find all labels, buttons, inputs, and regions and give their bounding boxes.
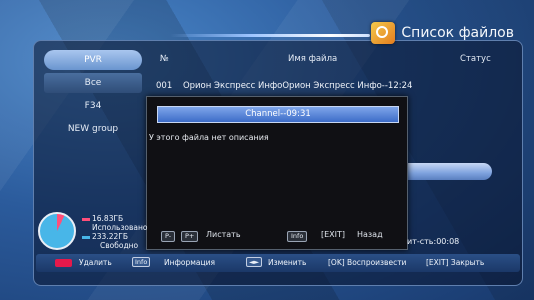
bottom-help-bar: Удалить Info Информация ◄► Изменить [OK]… [36, 254, 520, 272]
info-key-label: Info [132, 257, 151, 267]
row-number: 001 [156, 81, 173, 91]
duration-label: ит-сть:00:08 [407, 237, 460, 246]
title-underline [170, 34, 370, 37]
red-button-icon [55, 259, 72, 267]
column-header-number: № [160, 54, 169, 64]
column-header-status: Статус [460, 54, 491, 64]
close-button[interactable]: [EXIT] Закрыть [426, 258, 484, 267]
storage-used-text: Использовано [92, 223, 148, 232]
dialog-title: Channel--09:31 [157, 106, 399, 123]
back-label: Назад [357, 230, 383, 239]
sidebar-item-pvr[interactable]: PVR [44, 50, 142, 70]
change-button[interactable]: Изменить [268, 258, 306, 267]
dialog-description: У этого файла нет описания [149, 133, 269, 142]
dialog-footer: P- P+ Листать Info [EXIT] Назад [147, 230, 407, 244]
storage-free-text: Свободно [100, 241, 139, 250]
row-filename: Орион Экспресс ИнфоОрион Экспресс Инфо--… [182, 81, 413, 91]
storage-used-size: 16.83ГБ [92, 214, 124, 223]
exit-key[interactable]: [EXIT] [321, 230, 345, 239]
page-next-key[interactable]: P+ [181, 231, 199, 242]
file-info-dialog: Channel--09:31 У этого файла нет описани… [146, 96, 408, 250]
arrows-key-label: ◄► [246, 257, 262, 267]
free-swatch [82, 235, 90, 239]
storage-total-legend: 233.22ГБ [82, 232, 128, 241]
file-list-icon [371, 22, 396, 44]
arrows-key-badge[interactable]: ◄► [246, 257, 262, 267]
page-prev-key[interactable]: P- [161, 231, 176, 242]
scroll-label: Листать [206, 230, 241, 239]
info-key-badge[interactable]: Info [132, 257, 151, 267]
sidebar-item-new-group[interactable]: NEW group [44, 119, 142, 139]
storage-total-size: 233.22ГБ [92, 232, 128, 241]
table-row[interactable]: 001 Орион Экспресс ИнфоОрион Экспресс Ин… [156, 81, 412, 91]
column-header-name: Имя файла [288, 54, 338, 64]
list-highlight-bar [400, 163, 492, 180]
used-swatch [82, 217, 90, 221]
sidebar-item-all[interactable]: Все [44, 73, 142, 93]
play-button[interactable]: [OK] Воспроизвести [328, 258, 406, 267]
info-button[interactable]: Информация [164, 258, 215, 267]
storage-used-legend: 16.83ГБ [82, 214, 123, 223]
storage-pie-chart [38, 212, 76, 250]
window-title: Список файлов [371, 20, 514, 46]
info-key[interactable]: Info [287, 231, 308, 242]
page-title: Список файлов [401, 25, 514, 41]
sidebar-item-f34[interactable]: F34 [44, 96, 142, 116]
delete-button[interactable]: Удалить [79, 258, 112, 267]
group-sidebar: PVR Все F34 NEW group [40, 46, 148, 236]
